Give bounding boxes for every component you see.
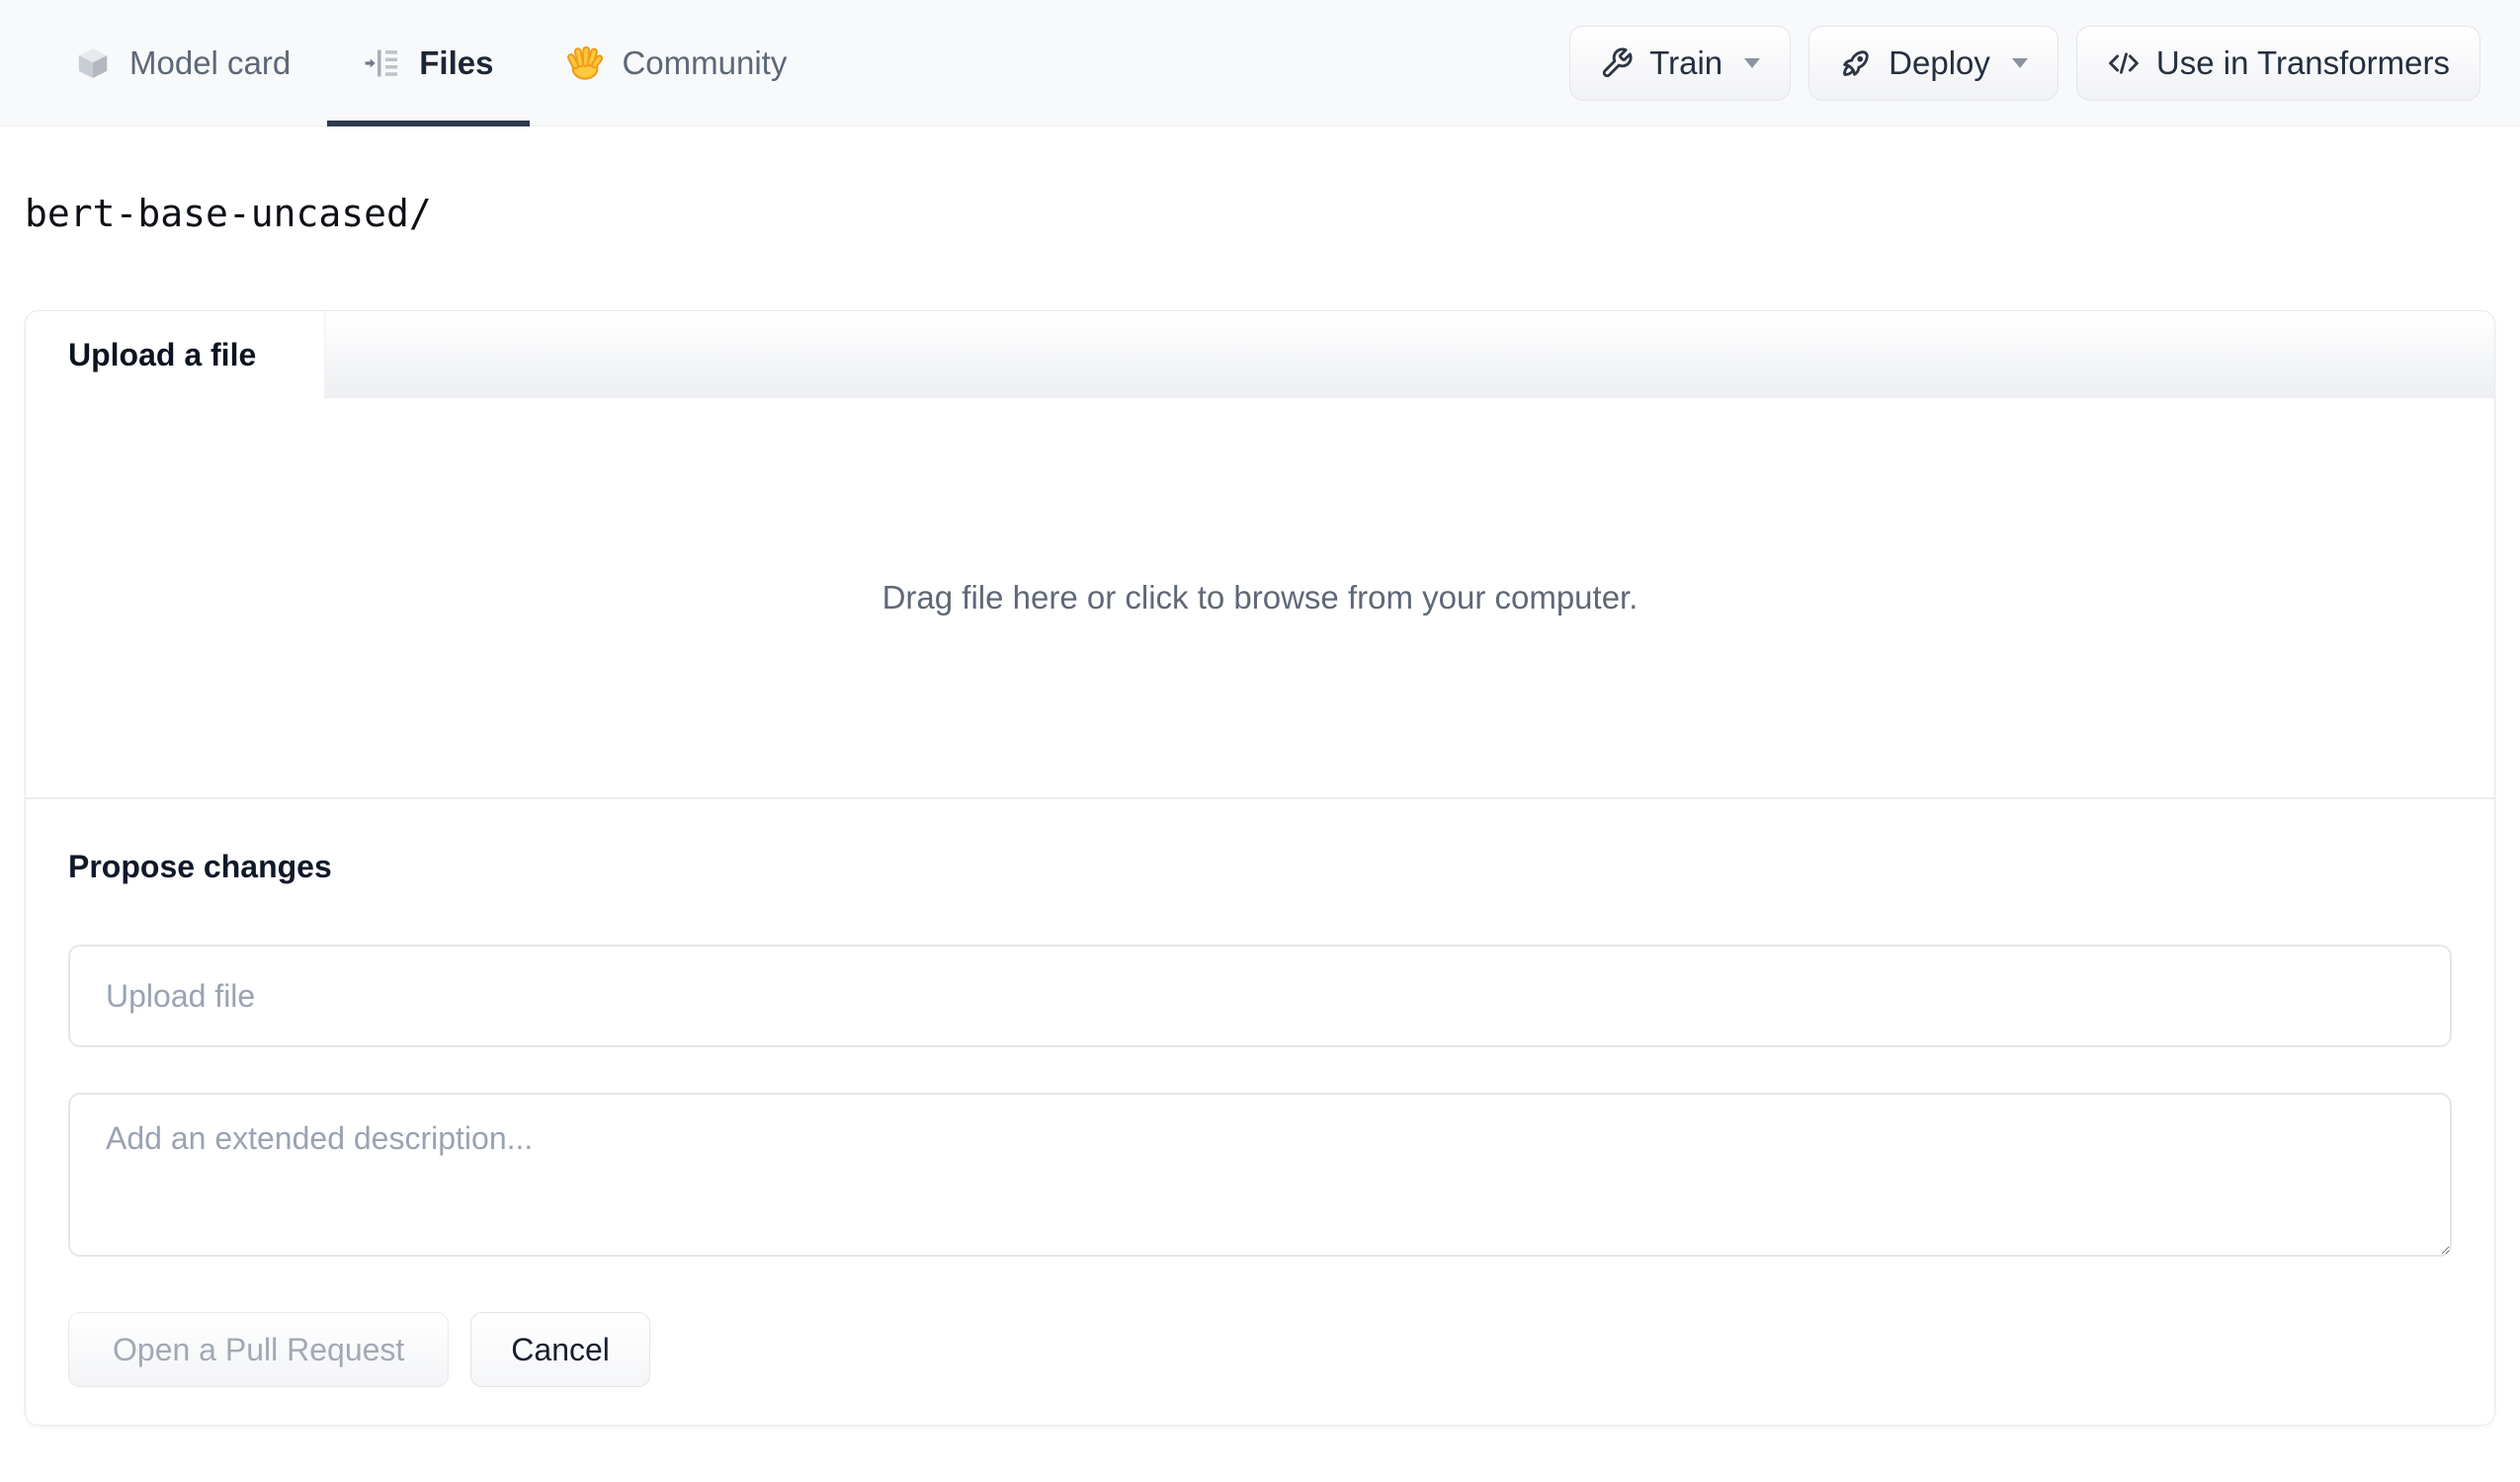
repo-header: Model card Files Community Train Deploy … [0,0,2520,126]
use-in-transformers-button[interactable]: Use in Transformers [2075,25,2480,101]
cube-icon [74,44,112,82]
propose-changes-heading: Propose changes [68,849,332,884]
train-button-label: Train [1649,43,1723,81]
breadcrumb[interactable]: bert-base-uncased/ [25,192,2495,235]
tab-community[interactable]: Community [530,0,823,125]
deploy-button-label: Deploy [1889,43,1990,81]
upload-file-input[interactable] [68,945,2452,1047]
propose-changes-section: Propose changes Open a Pull Request Canc… [26,797,2494,1425]
tab-community-label: Community [622,43,788,81]
repo-tab-bar: Model card Files Community [38,0,823,126]
chevron-down-icon [2011,57,2028,68]
dropzone-hint-text: Drag file here or click to browse from y… [882,579,1638,616]
open-pull-request-button[interactable]: Open a Pull Request [68,1312,450,1387]
chevron-down-icon [1744,57,1761,68]
active-tab-underline [327,121,531,126]
tab-model-card[interactable]: Model card [38,0,327,125]
waving-hand-icon [566,44,604,82]
tab-model-card-label: Model card [129,43,292,81]
tab-upload-a-file[interactable]: Upload a file [26,311,324,398]
deploy-button[interactable]: Deploy [1808,25,2058,101]
tab-upload-a-file-label: Upload a file [68,336,257,372]
train-button[interactable]: Train [1569,25,1792,101]
file-dropzone[interactable]: Drag file here or click to browse from y… [26,398,2494,797]
upload-panel-tab-bar: Upload a file [26,311,2494,398]
files-page: bert-base-uncased/ Upload a file Drag fi… [0,192,2520,1426]
cancel-button[interactable]: Cancel [470,1312,650,1387]
code-icon [2107,46,2141,80]
propose-actions-row: Open a Pull Request Cancel [68,1312,2452,1387]
rocket-icon [1839,46,1873,80]
use-in-transformers-label: Use in Transformers [2155,43,2450,81]
repo-action-buttons: Train Deploy Use in Transformers [1569,0,2480,125]
extended-description-textarea[interactable] [68,1093,2452,1257]
tab-files[interactable]: Files [327,0,531,126]
files-list-icon [364,44,401,82]
upload-panel: Upload a file Drag file here or click to… [25,310,2495,1426]
tab-bar-filler [324,311,2494,398]
wrench-icon [1600,46,1634,80]
tab-files-label: Files [419,43,494,81]
